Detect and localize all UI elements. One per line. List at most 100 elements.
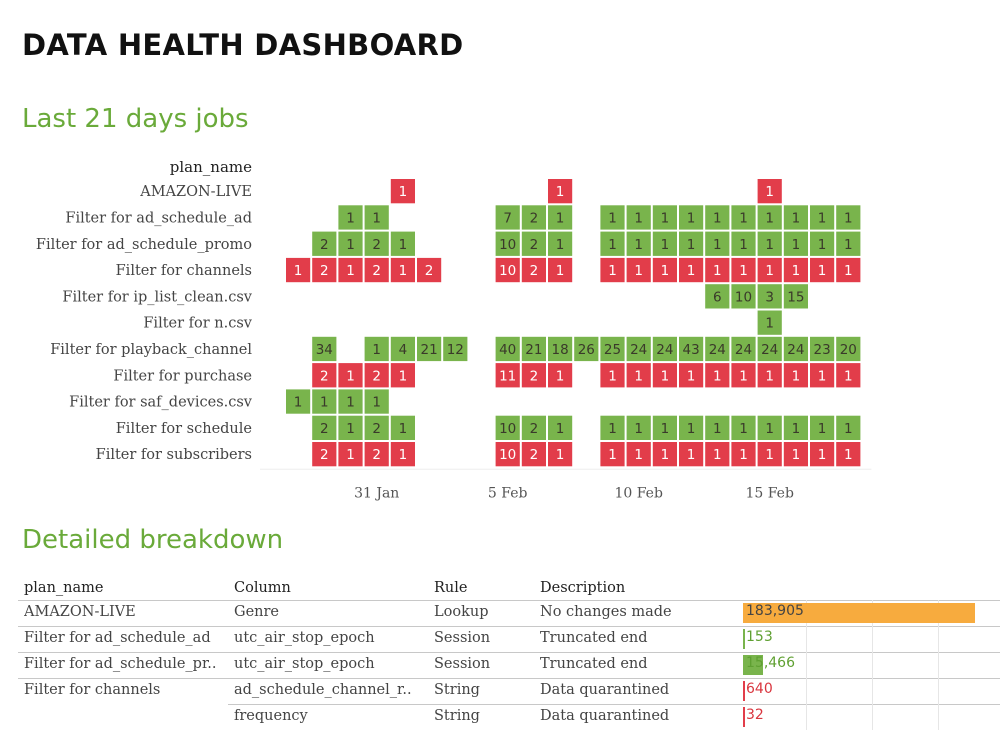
table-row[interactable]: Filter for ad_schedule_ad utc_air_stop_ep… xyxy=(18,626,1000,652)
row-label: Filter for schedule xyxy=(116,421,252,437)
page-title: DATA HEALTH DASHBOARD xyxy=(22,28,464,62)
heatmap-cell-value: 1 xyxy=(687,368,696,384)
header-description[interactable]: Description xyxy=(540,580,625,596)
heatmap-cell-value: 1 xyxy=(399,263,408,279)
cell-description: Truncated end xyxy=(540,630,648,646)
heatmap-cell-value: 1 xyxy=(372,342,381,358)
heatmap-cell-value: 1 xyxy=(765,263,774,279)
heatmap-cell-value: 1 xyxy=(765,368,774,384)
heatmap-cell-value: 1 xyxy=(844,421,853,437)
bar-gridline xyxy=(938,652,939,678)
heatmap-cell-value: 11 xyxy=(499,368,516,384)
heatmap-cell-value: 1 xyxy=(792,210,801,226)
heatmap-cell-value: 1 xyxy=(844,237,853,253)
heatmap-cell-value: 1 xyxy=(739,421,748,437)
heatmap-cell-value: 1 xyxy=(346,237,355,253)
heatmap-cell-value: 1 xyxy=(661,368,670,384)
heatmap-cell-value: 1 xyxy=(818,447,827,463)
value-bar xyxy=(743,629,745,649)
heatmap-cell-value: 1 xyxy=(792,368,801,384)
heatmap-cell-value: 10 xyxy=(499,263,516,279)
heatmap-cell-value: 1 xyxy=(556,421,565,437)
heatmap-cell-value: 25 xyxy=(604,342,621,358)
cell-rule: Session xyxy=(434,656,491,672)
heatmap-cell-value: 1 xyxy=(713,210,722,226)
heatmap-cell-value: 1 xyxy=(634,263,643,279)
heatmap-cell-value: 1 xyxy=(346,210,355,226)
cell-column: ad_schedule_channel_r.. xyxy=(234,682,412,698)
heatmap-cell-value: 1 xyxy=(739,237,748,253)
heatmap-cell-value: 2 xyxy=(320,237,329,253)
cell-plan-name: AMAZON-LIVE xyxy=(24,604,136,620)
heatmap-cell-value: 2 xyxy=(530,447,539,463)
heatmap-cell-value: 1 xyxy=(713,447,722,463)
table-row[interactable]: AMAZON-LIVE Genre Lookup No changes made 183… xyxy=(18,600,1000,626)
heatmap-cell-value: 4 xyxy=(399,342,408,358)
heatmap-cell-value: 1 xyxy=(687,237,696,253)
table-row[interactable]: Filter for channels ad_schedule_channel_r… xyxy=(18,678,1000,704)
row-header-label: plan_name xyxy=(170,158,252,176)
heatmap-cell-value: 1 xyxy=(765,210,774,226)
x-tick-label: 31 Jan xyxy=(354,485,399,501)
heatmap-cell-value: 1 xyxy=(634,210,643,226)
heatmap-cell-value: 1 xyxy=(556,237,565,253)
heatmap-cell-value: 1 xyxy=(399,447,408,463)
bar-gridline xyxy=(938,704,939,730)
heatmap-cell-value: 1 xyxy=(556,368,565,384)
heatmap-cell-value: 2 xyxy=(530,263,539,279)
heatmap-cell-value: 2 xyxy=(530,421,539,437)
heatmap-cell-value: 1 xyxy=(687,447,696,463)
heatmap-cell-value: 1 xyxy=(713,368,722,384)
breakdown-section-title: Detailed breakdown xyxy=(22,525,284,555)
breakdown-header-row: plan_name Column Rule Description xyxy=(18,578,1000,600)
heatmap-cell-value: 1 xyxy=(556,447,565,463)
heatmap-cell-value: 1 xyxy=(608,447,617,463)
bar-gridline xyxy=(872,704,873,730)
heatmap-cell-value: 1 xyxy=(556,263,565,279)
heatmap-cell-value: 1 xyxy=(372,395,381,411)
value-label: 640 xyxy=(746,681,773,697)
value-bar xyxy=(743,681,745,701)
heatmap-cell-value: 21 xyxy=(525,342,542,358)
heatmap-cell-value: 1 xyxy=(818,237,827,253)
row-label: Filter for ad_schedule_promo xyxy=(36,237,252,253)
heatmap-cell-value: 24 xyxy=(709,342,726,358)
value-label: 153 xyxy=(746,629,773,645)
row-label: Filter for playback_channel xyxy=(50,342,252,358)
heatmap-cell-value: 1 xyxy=(294,263,303,279)
bar-gridline xyxy=(938,626,939,652)
heatmap-cell-value: 1 xyxy=(399,368,408,384)
table-row[interactable]: Filter for ad_schedule_pr.. utc_air_stop_… xyxy=(18,652,1000,678)
heatmap-cell-value: 1 xyxy=(739,368,748,384)
value-bar-area: 15,466 xyxy=(742,652,1000,678)
cell-rule: String xyxy=(434,708,480,724)
heatmap-cell-value: 1 xyxy=(844,447,853,463)
header-plan-name[interactable]: plan_name xyxy=(24,580,103,596)
bar-gridline xyxy=(872,626,873,652)
heatmap-cell-value: 1 xyxy=(739,263,748,279)
heatmap-cell-value: 2 xyxy=(320,263,329,279)
heatmap-cell-value: 24 xyxy=(656,342,673,358)
cell-column: utc_air_stop_epoch xyxy=(234,630,375,646)
x-tick-label: 5 Feb xyxy=(488,485,528,501)
header-rule[interactable]: Rule xyxy=(434,580,467,596)
bar-gridline xyxy=(872,652,873,678)
header-column[interactable]: Column xyxy=(234,580,291,596)
heatmap-cell-value: 1 xyxy=(713,263,722,279)
heatmap-cell-value: 10 xyxy=(499,237,516,253)
cell-plan-name: Filter for ad_schedule_pr.. xyxy=(24,656,217,672)
x-tick-label: 10 Feb xyxy=(614,485,662,501)
jobs-section-title: Last 21 days jobs xyxy=(22,104,249,134)
row-label: Filter for ip_list_clean.csv xyxy=(62,289,252,305)
table-row[interactable]: frequency String Data quarantined 32 xyxy=(18,704,1000,730)
value-label: 15,466 xyxy=(746,655,795,671)
jobs-heatmap: plan_nameAMAZON-LIVE 1 1 1Filter for ad_sch… xyxy=(36,158,872,501)
row-label: Filter for n.csv xyxy=(143,316,252,332)
heatmap-cell-value: 1 xyxy=(739,447,748,463)
heatmap-cell-value: 1 xyxy=(844,210,853,226)
heatmap-cell-value: 2 xyxy=(320,421,329,437)
heatmap-cell-value: 1 xyxy=(608,421,617,437)
heatmap-cell-value: 1 xyxy=(765,237,774,253)
heatmap-cell-value: 1 xyxy=(765,316,774,332)
heatmap-cell-value: 12 xyxy=(447,342,464,358)
